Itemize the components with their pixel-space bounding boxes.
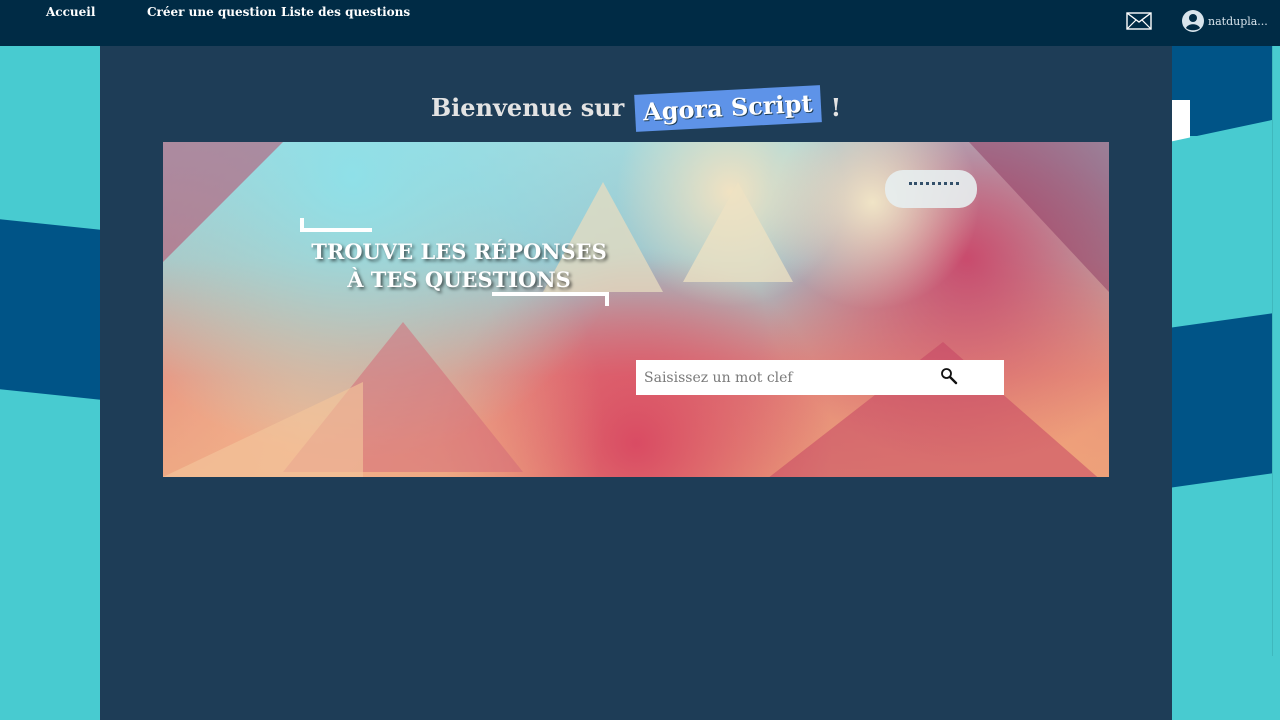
- welcome-suffix: !: [830, 93, 842, 122]
- speech-bubble-dots: [909, 182, 959, 188]
- speech-bubble-illustration: [885, 170, 977, 208]
- nav-link-question-list[interactable]: Liste des questions: [281, 5, 410, 19]
- search-button[interactable]: [940, 360, 1004, 395]
- nav-link-create-question[interactable]: Créer une question: [147, 5, 276, 19]
- headline-bracket-bottom: [492, 292, 609, 306]
- search-icon: [940, 367, 958, 388]
- main-panel: Bienvenue sur Agora Script ! TROUVE LES …: [100, 46, 1172, 720]
- user-circle-icon: [1182, 10, 1204, 32]
- username-label: natdupla...: [1208, 14, 1268, 28]
- hero-illustration-shape: [163, 142, 283, 262]
- hero-headline-line1: TROUVE LES RÉPONSES: [311, 239, 607, 264]
- welcome-title: Bienvenue sur Agora Script !: [100, 85, 1172, 132]
- hero-illustration-shape: [163, 382, 363, 477]
- search-input[interactable]: [636, 360, 940, 395]
- hero-headline: TROUVE LES RÉPONSES À TES QUESTIONS: [299, 238, 619, 294]
- search-box: [636, 360, 1004, 395]
- hero-illustration-shape: [969, 142, 1109, 292]
- page-scrollbar[interactable]: [1272, 46, 1280, 656]
- hero-banner: TROUVE LES RÉPONSES À TES QUESTIONS: [163, 142, 1109, 477]
- welcome-prefix: Bienvenue sur: [430, 93, 625, 122]
- envelope-icon[interactable]: [1126, 12, 1152, 30]
- hero-illustration-shape: [683, 182, 793, 282]
- headline-bracket-top: [300, 218, 372, 232]
- hero-headline-line2: À TES QUESTIONS: [347, 267, 571, 292]
- nav-link-home[interactable]: Accueil: [46, 5, 95, 19]
- background-band-left: [0, 219, 110, 401]
- brand-badge: Agora Script: [633, 85, 822, 132]
- background-band-right-mid: [1170, 312, 1280, 488]
- background-band-right-teal: [1170, 118, 1280, 342]
- top-navigation-bar: Accueil Créer une question Liste des que…: [0, 0, 1280, 46]
- user-menu[interactable]: natdupla...: [1182, 10, 1268, 32]
- hero-headline-block: TROUVE LES RÉPONSES À TES QUESTIONS: [299, 218, 619, 308]
